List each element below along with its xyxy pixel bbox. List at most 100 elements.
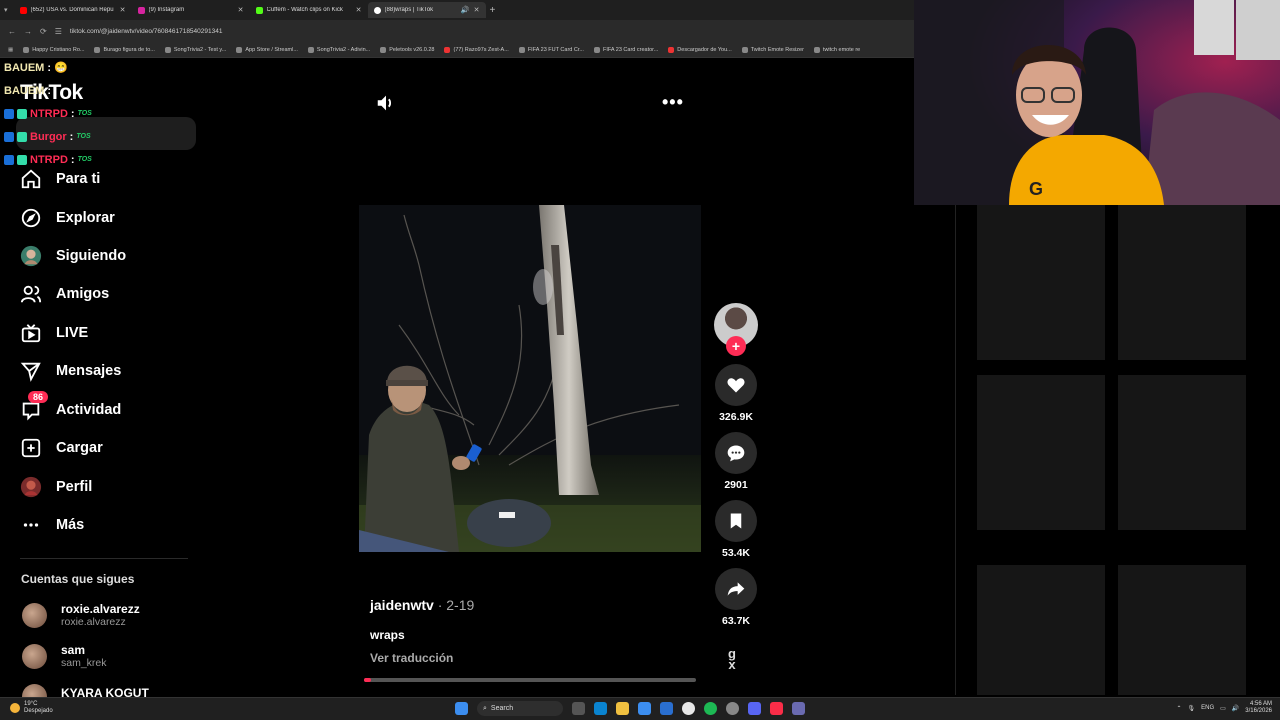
tab-audio-icon[interactable]: 🔊	[461, 6, 470, 14]
bookmark-item[interactable]: FIFA 23 FUT Card Cr...	[518, 46, 584, 53]
language-indicator[interactable]: ENG	[1201, 705, 1214, 711]
store-icon[interactable]	[660, 702, 673, 715]
nav-para-ti[interactable]: Para ti	[20, 164, 100, 194]
browser-tab-tiktok[interactable]: (88)wraps | TikTok 🔊 ✕	[367, 2, 486, 18]
share-button[interactable]	[715, 568, 757, 610]
author-avatar-button[interactable]: +	[714, 303, 758, 356]
bookmark-item[interactable]: FIFA 23 Card creator...	[593, 46, 659, 53]
more-options-icon[interactable]: •••	[662, 92, 684, 113]
nav-label: Más	[56, 517, 85, 533]
task-view-icon[interactable]	[572, 702, 585, 715]
video-thumbnail-placeholder[interactable]	[1118, 565, 1246, 695]
close-tab-icon[interactable]: ✕	[120, 6, 126, 14]
browser-tab-youtube[interactable]: (652) USA vs. Dominican Repu ✕	[14, 2, 132, 18]
bookmark-label: Happy Cristiano Ro...	[32, 46, 85, 53]
video-player[interactable]	[359, 205, 701, 552]
forward-icon[interactable]: →	[24, 27, 32, 36]
taskbar-search[interactable]: ⌕ Search	[477, 701, 563, 716]
account-name: sam	[61, 643, 86, 657]
video-thumbnail-placeholder[interactable]	[1118, 375, 1246, 530]
taskbar-apps: ⌕ Search	[455, 701, 805, 716]
save-button[interactable]	[715, 500, 757, 542]
chat-separator: :	[47, 84, 52, 97]
discord-icon[interactable]	[748, 702, 761, 715]
comment-count: 2901	[724, 479, 748, 491]
avatar	[22, 602, 47, 628]
weather-widget[interactable]: 19°C Despejado	[10, 701, 53, 715]
bookmark-item[interactable]: twitch emote re	[813, 46, 860, 53]
chrome-icon[interactable]	[682, 702, 695, 715]
photos-icon[interactable]	[638, 702, 651, 715]
browser-tab-kick[interactable]: Cuffem - Watch clips on Kick ✕	[250, 2, 368, 18]
music-app-icon[interactable]	[770, 702, 783, 715]
nav-perfil[interactable]: Perfil	[20, 472, 92, 502]
nav-live[interactable]: LIVE	[20, 318, 88, 348]
video-thumbnail-placeholder[interactable]	[977, 375, 1105, 530]
video-progress-bar[interactable]	[364, 678, 696, 682]
video-author[interactable]: jaidenwtv · 2-19	[370, 597, 474, 613]
nav-mas[interactable]: Más	[20, 510, 84, 540]
volume-tray-icon[interactable]: 🔊	[1232, 705, 1239, 712]
translate-link[interactable]: Ver traducción	[370, 651, 453, 665]
nav-mensajes[interactable]: Mensajes	[20, 356, 121, 386]
tab-list-chevron-icon[interactable]: ▾	[4, 6, 8, 14]
volume-icon[interactable]	[375, 92, 397, 114]
nav-cargar[interactable]: Cargar	[20, 433, 103, 463]
nav-label: Actividad	[56, 402, 122, 418]
chat-separator: :	[69, 130, 74, 143]
nav-actividad[interactable]: 86 Actividad	[20, 391, 122, 425]
video-thumbnail-placeholder[interactable]	[977, 565, 1105, 695]
instagram-favicon-icon	[137, 6, 145, 14]
chat-emote: TOS	[77, 156, 92, 163]
nav-siguiendo[interactable]: Siguiendo	[20, 241, 126, 271]
app-icon[interactable]	[792, 702, 805, 715]
video-thumbnail-placeholder[interactable]	[977, 205, 1105, 360]
bookmark-item[interactable]: (77) Razo97s Zest-A...	[444, 46, 509, 53]
bookmark-item[interactable]: Peletools v26.0.28	[380, 46, 434, 53]
account-handle: sam_krek	[61, 657, 107, 669]
new-tab-icon[interactable]: +	[490, 5, 496, 16]
video-thumbnail-placeholder[interactable]	[1118, 205, 1246, 360]
microphone-icon[interactable]: 🎙	[1188, 705, 1196, 712]
back-icon[interactable]: ←	[8, 27, 16, 36]
file-explorer-icon[interactable]	[616, 702, 629, 715]
nav-explorar[interactable]: Explorar	[20, 203, 115, 233]
bookmark-item[interactable]: Happy Cristiano Ro...	[23, 46, 85, 53]
music-disc-icon[interactable]: gx	[728, 647, 736, 671]
url-field[interactable]: tiktok.com/@jaidenwtv/video/760846171854…	[70, 28, 223, 35]
followed-account-item[interactable]: sam sam_krek	[22, 643, 107, 669]
more-dots-icon	[23, 523, 39, 527]
followed-account-item[interactable]: roxie.alvarezz roxie.alvarezz	[22, 602, 140, 628]
browser-tab-instagram[interactable]: (9) Instagram ✕	[132, 2, 250, 18]
follow-plus-icon[interactable]: +	[726, 336, 746, 356]
close-tab-icon[interactable]: ✕	[238, 6, 244, 14]
obs-icon[interactable]	[726, 702, 739, 715]
bookmark-favicon-icon	[444, 46, 451, 53]
spotify-icon[interactable]	[704, 702, 717, 715]
apps-grid-icon[interactable]: ▦	[8, 47, 13, 53]
like-button[interactable]	[715, 364, 757, 406]
site-info-icon[interactable]: ☰	[55, 27, 62, 36]
close-tab-icon[interactable]: ✕	[356, 6, 362, 14]
author-username[interactable]: jaidenwtv	[370, 597, 434, 613]
search-icon: ⌕	[483, 704, 487, 712]
reload-icon[interactable]: ⟳	[40, 27, 47, 36]
chat-badge-icon	[4, 154, 14, 165]
comment-button[interactable]	[715, 432, 757, 474]
windows-start-icon[interactable]	[455, 702, 468, 715]
nav-amigos[interactable]: Amigos	[20, 279, 109, 309]
clock[interactable]: 4:56 AM 3/16/2026	[1245, 701, 1272, 715]
bookmark-label: FIFA 23 Card creator...	[602, 46, 659, 53]
network-icon[interactable]: ▭	[1220, 705, 1226, 712]
edge-icon[interactable]	[594, 702, 607, 715]
tray-chevron-icon[interactable]: ⌃	[1176, 705, 1181, 712]
bookmark-item[interactable]: Twitch Emote Resizer	[741, 46, 804, 53]
bookmark-item[interactable]: Descargador de You...	[668, 46, 732, 53]
live-tv-icon	[21, 324, 41, 343]
bookmark-item[interactable]: SongTrivia2 - Adivin...	[307, 46, 370, 53]
chat-emote: TOS	[76, 133, 91, 140]
bookmark-item[interactable]: SongTrivia2 - Test y...	[164, 46, 226, 53]
bookmark-item[interactable]: Burago figura de to...	[94, 46, 155, 53]
bookmark-item[interactable]: App Store / Streaml...	[236, 46, 298, 53]
close-tab-icon[interactable]: ✕	[474, 6, 480, 14]
